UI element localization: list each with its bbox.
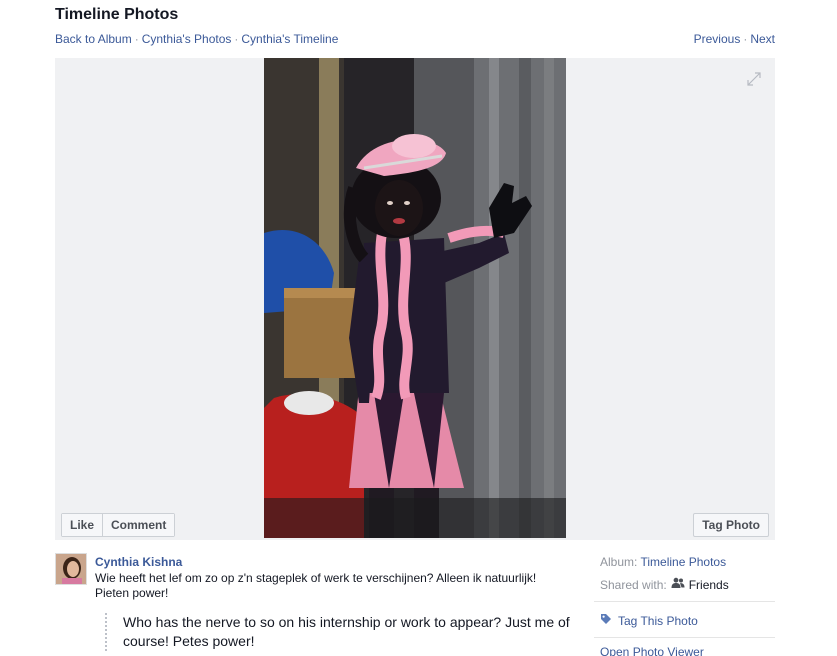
pager-separator: · (743, 32, 748, 46)
divider (594, 637, 775, 638)
expand-icon[interactable] (747, 72, 761, 86)
author-name-link[interactable]: Cynthia Kishna (95, 555, 182, 569)
shared-with-label: Shared with: (600, 577, 667, 592)
breadcrumb-separator: · (134, 32, 139, 46)
album-label: Album: (600, 555, 638, 569)
cynthias-timeline-link[interactable]: Cynthia's Timeline (241, 32, 338, 46)
next-link[interactable]: Next (750, 32, 775, 46)
back-to-album-link[interactable]: Back to Album (55, 32, 132, 46)
album-link[interactable]: Timeline Photos (640, 555, 726, 569)
breadcrumb: Back to Album · Cynthia's Photos · Cynthia's… (55, 32, 338, 46)
shared-with-value: Friends (688, 577, 729, 592)
photo-stage: Like Comment Tag Photo (55, 58, 775, 540)
photo-illustration (264, 58, 566, 538)
like-button[interactable]: Like (62, 514, 103, 536)
tag-photo-button[interactable]: Tag Photo (693, 513, 769, 537)
page-title: Timeline Photos (55, 6, 179, 23)
tag-this-photo-link[interactable]: Tag This Photo (618, 614, 698, 629)
photo-image[interactable] (264, 58, 566, 538)
divider (594, 601, 775, 602)
previous-link[interactable]: Previous (694, 32, 741, 46)
open-photo-viewer-link[interactable]: Open Photo Viewer (600, 645, 704, 656)
cynthias-photos-link[interactable]: Cynthia's Photos (142, 32, 232, 46)
shared-with-row: Shared with: Friends (600, 577, 729, 593)
friends-icon (671, 577, 685, 593)
comment-button[interactable]: Comment (102, 514, 175, 536)
photo-page: Timeline Photos Back to Album · Cynthia's … (0, 0, 837, 656)
photo-pager: Previous · Next (694, 32, 775, 46)
tag-this-photo-row[interactable]: Tag This Photo (600, 613, 698, 629)
post-text: Wie heeft het lef om zo op z'n stageplek… (95, 571, 537, 600)
post-translation: Who has the nerve to so on his internshi… (105, 613, 583, 651)
open-photo-viewer-row: Open Photo Viewer (600, 645, 704, 656)
breadcrumb-separator: · (234, 32, 239, 46)
avatar[interactable] (55, 553, 87, 585)
tag-icon (600, 613, 612, 629)
like-comment-group: Like Comment (61, 513, 176, 537)
album-row: Album: Timeline Photos (600, 555, 726, 570)
